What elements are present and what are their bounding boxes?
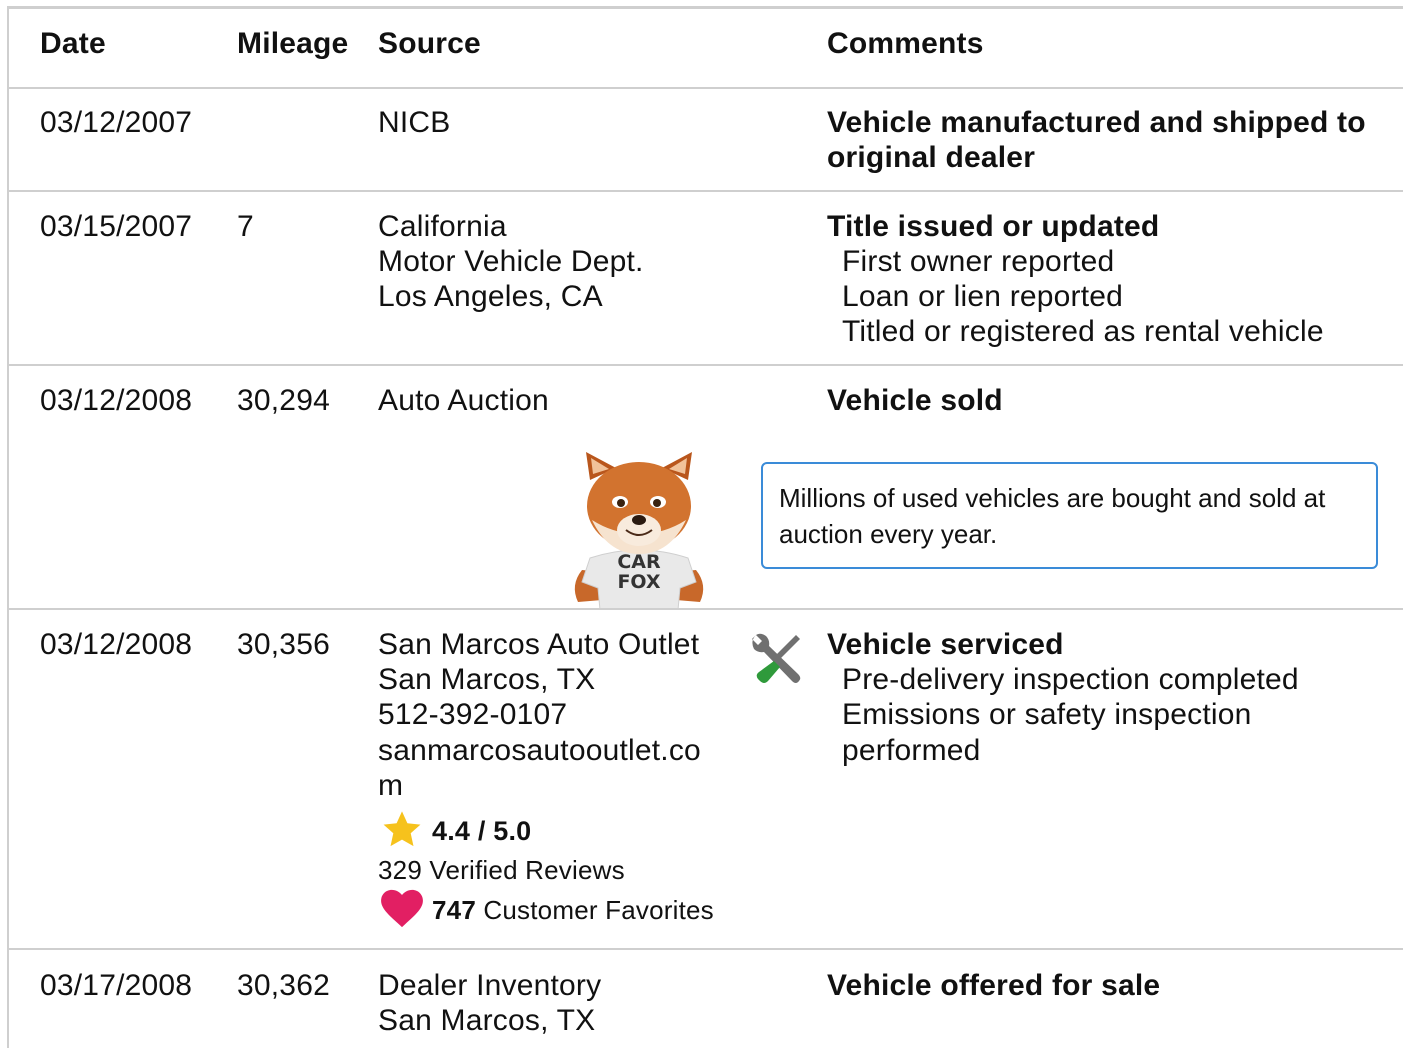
shirt-text-car: CAR — [617, 551, 661, 573]
favorites-label: Customer Favorites — [483, 895, 714, 925]
row-date: 03/15/2007 — [40, 210, 193, 243]
header-source: Source — [378, 27, 481, 60]
header-date: Date — [40, 27, 106, 60]
header-mileage: Mileage — [237, 27, 349, 60]
row-comment-title: Title issued or updated — [827, 210, 1160, 243]
row-source-line: NICB — [378, 106, 451, 139]
star-icon — [383, 811, 421, 847]
row-divider — [7, 948, 1403, 950]
dealer-rating: 4.4 / 5.0 — [432, 816, 532, 846]
dealer-phone[interactable]: 512-392-0107 — [378, 697, 567, 732]
row-date: 03/17/2008 — [40, 969, 193, 1002]
callout-text: Millions of used vehicles are bought and… — [779, 483, 1326, 549]
row-comment-title-cont: original dealer — [827, 141, 1036, 174]
row-divider — [7, 190, 1403, 192]
row-source-line: Motor Vehicle Dept. — [378, 245, 644, 278]
wrench-screwdriver-icon — [752, 633, 801, 683]
row-mileage: 7 — [237, 210, 254, 243]
dealer-reviews-link[interactable]: 329 Verified Reviews — [378, 855, 625, 885]
row-comment-item: Emissions or safety inspection — [842, 698, 1252, 731]
row-mileage: 30,362 — [237, 969, 330, 1002]
row-comment-title: Vehicle serviced — [827, 628, 1064, 661]
row-comment-item: performed — [842, 734, 981, 767]
heart-icon — [381, 889, 423, 928]
dealer-location: San Marcos, TX — [378, 663, 596, 696]
row-comment-title: Vehicle offered for sale — [827, 969, 1161, 1002]
header-comments: Comments — [827, 27, 984, 60]
row-date: 03/12/2007 — [40, 106, 193, 139]
dealer-website-cont[interactable]: m — [378, 768, 403, 803]
row-comment-item: Loan or lien reported — [842, 280, 1124, 313]
dealer-name[interactable]: San Marcos Auto Outlet — [378, 627, 699, 662]
row-source-line: Dealer Inventory — [378, 969, 602, 1002]
row-comment-title: Vehicle sold — [827, 384, 1003, 417]
row-comment-item: First owner reported — [842, 245, 1115, 278]
row-divider — [7, 87, 1403, 89]
row-source-line: California — [378, 210, 507, 243]
favorites-count: 747 — [432, 895, 476, 925]
row-divider — [7, 364, 1403, 366]
row-comment-item: Pre-delivery inspection completed — [842, 663, 1299, 696]
row-divider — [7, 608, 1403, 610]
row-mileage: 30,356 — [237, 628, 330, 661]
row-date: 03/12/2008 — [40, 628, 193, 661]
dealer-website[interactable]: sanmarcosautooutlet.co — [378, 733, 701, 768]
row-source-line: Auto Auction — [378, 384, 549, 417]
dealer-favorites: 747 Customer Favorites — [432, 895, 714, 925]
row-comment-title: Vehicle manufactured and shipped to — [827, 106, 1366, 139]
auction-info-callout: Millions of used vehicles are bought and… — [761, 462, 1378, 569]
carfox-mascot-icon: CAR FOX — [574, 452, 704, 610]
row-date: 03/12/2008 — [40, 384, 193, 417]
row-comment-item: Titled or registered as rental vehicle — [842, 315, 1324, 348]
row-source-line: Los Angeles, CA — [378, 280, 603, 313]
row-mileage: 30,294 — [237, 384, 330, 417]
row-source-line: San Marcos, TX — [378, 1004, 596, 1037]
shirt-text-fox: FOX — [617, 571, 660, 593]
